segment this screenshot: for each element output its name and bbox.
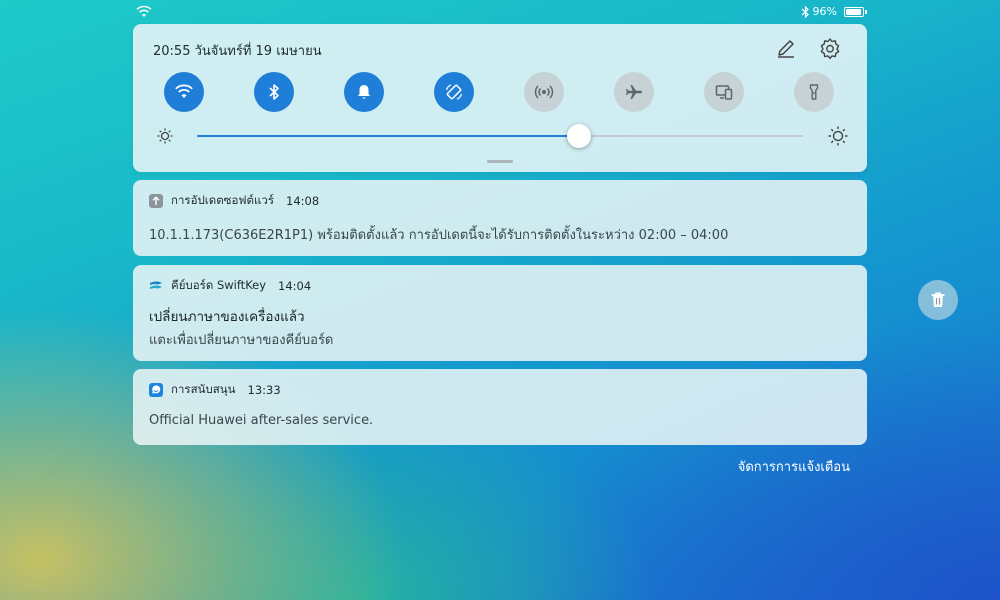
brightness-slider[interactable] <box>197 124 803 148</box>
notification-header: การสนับสนุน 13:33 <box>149 381 281 399</box>
app-name: คีย์บอร์ด SwiftKey <box>171 278 267 292</box>
notification-body: แตะเพื่อเปลี่ยนภาษาของคีย์บอร์ด <box>149 333 334 348</box>
status-bar: 96% <box>0 0 1000 24</box>
flashlight-icon <box>809 84 819 100</box>
airplane-icon <box>626 85 642 99</box>
clear-all-button[interactable] <box>918 280 958 320</box>
datetime-label: 20:55 วันจันทร์ที่ 19 เมษายน <box>153 44 322 59</box>
app-name: การสนับสนุน <box>171 382 236 396</box>
brightness-slider-thumb[interactable] <box>566 124 591 148</box>
bluetooth-icon <box>801 5 809 18</box>
hotspot-toggle[interactable] <box>524 72 564 112</box>
battery-icon <box>844 6 867 17</box>
notification-body: Official Huawei after-sales service. <box>149 413 374 428</box>
sound-toggle[interactable] <box>344 72 384 112</box>
app-name: การอัปเดตซอฟต์แวร์ <box>171 193 275 207</box>
quick-settings-panel: 20:55 วันจันทร์ที่ 19 เมษายน <box>133 24 867 172</box>
notification-time: 14:08 <box>286 194 320 208</box>
notification-title: เปลี่ยนภาษาของเครื่องแล้ว <box>149 309 305 325</box>
notification-time: 14:04 <box>278 279 312 293</box>
quick-toggles <box>164 72 844 112</box>
auto-rotate-icon <box>445 84 463 100</box>
notification-header: คีย์บอร์ด SwiftKey 14:04 <box>149 277 311 295</box>
notification-body: 10.1.1.173(C636E2R1P1) พร้อมติดตั้งแล้ว … <box>149 228 729 243</box>
notification-swiftkey[interactable]: คีย์บอร์ด SwiftKey 14:04 เปลี่ยนภาษาของเ… <box>133 265 867 361</box>
update-arrow-icon <box>149 194 163 208</box>
panel-drag-handle[interactable] <box>487 160 513 163</box>
flashlight-toggle[interactable] <box>794 72 834 112</box>
wifi-icon <box>136 5 152 17</box>
airplane-toggle[interactable] <box>614 72 654 112</box>
status-right: 96% <box>801 5 867 18</box>
support-icon <box>149 383 163 397</box>
brightness-high-icon <box>828 126 848 146</box>
brightness-slider-fill <box>197 135 579 137</box>
hotspot-icon <box>534 85 554 99</box>
wifi-toggle[interactable] <box>164 72 204 112</box>
multi-screen-toggle[interactable] <box>704 72 744 112</box>
battery-fill <box>846 8 862 15</box>
bluetooth-toggle[interactable] <box>254 72 294 112</box>
notification-time: 13:33 <box>247 383 281 397</box>
bluetooth-icon <box>269 84 279 100</box>
settings-icon[interactable] <box>819 37 841 59</box>
edit-icon[interactable] <box>775 37 797 59</box>
brightness-low-icon <box>157 128 173 144</box>
brightness-row <box>155 124 849 148</box>
wifi-icon <box>175 84 193 98</box>
swiftkey-icon <box>149 279 163 293</box>
multi-screen-icon <box>715 85 733 100</box>
manage-notifications-link[interactable]: จัดการการแจ้งเตือน <box>738 456 850 477</box>
bell-icon <box>358 85 370 99</box>
trash-icon <box>931 292 945 307</box>
notification-software-update[interactable]: การอัปเดตซอฟต์แวร์ 14:08 10.1.1.173(C636… <box>133 180 867 256</box>
notification-support[interactable]: การสนับสนุน 13:33 Official Huawei after-… <box>133 369 867 445</box>
auto-rotate-toggle[interactable] <box>434 72 474 112</box>
notification-header: การอัปเดตซอฟต์แวร์ 14:08 <box>149 192 319 210</box>
battery-percent: 96% <box>812 5 837 18</box>
